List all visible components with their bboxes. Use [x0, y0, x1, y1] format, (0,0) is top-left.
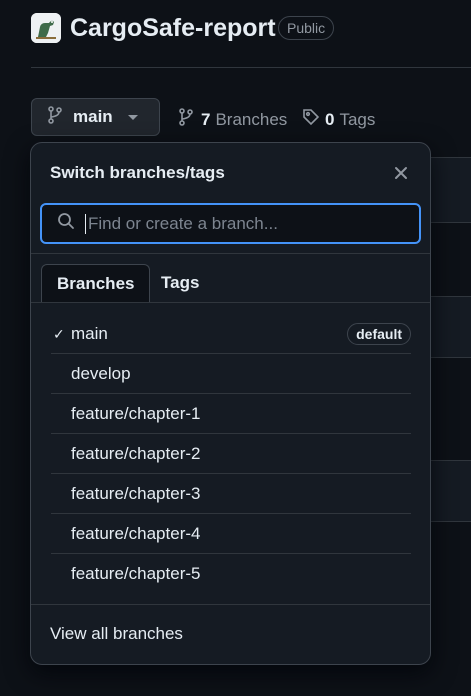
divider	[31, 253, 430, 254]
branch-list: ✓ main default develop feature/chapter-1…	[51, 314, 411, 594]
branch-name: feature/chapter-1	[71, 404, 201, 423]
tab-tags[interactable]: Tags	[146, 264, 214, 303]
branch-name: feature/chapter-3	[71, 484, 201, 503]
branch-name: feature/chapter-5	[71, 564, 201, 583]
branch-search-input[interactable]	[86, 212, 410, 235]
branch-dropdown: Switch branches/tags Branches Tags ✓ mai…	[30, 142, 431, 665]
repo-title[interactable]: CargoSafe-report	[70, 12, 276, 44]
branches-count: 7	[201, 109, 211, 129]
chevron-down-icon	[127, 114, 138, 120]
branch-item-main[interactable]: ✓ main default	[51, 314, 411, 354]
check-icon: ✓	[53, 326, 65, 342]
current-branch-label: main	[73, 107, 113, 126]
branches-label: Branches	[215, 109, 288, 129]
branch-item-feature-chapter-5[interactable]: feature/chapter-5	[51, 554, 411, 594]
branch-item-feature-chapter-4[interactable]: feature/chapter-4	[51, 514, 411, 554]
view-all-branches-link[interactable]: View all branches	[50, 624, 183, 644]
branch-select-button[interactable]: main	[31, 98, 160, 136]
branch-search-field[interactable]	[40, 203, 421, 244]
branch-item-feature-chapter-3[interactable]: feature/chapter-3	[51, 474, 411, 514]
tab-branches[interactable]: Branches	[41, 264, 151, 303]
branch-name: feature/chapter-2	[71, 444, 201, 463]
close-icon[interactable]	[391, 163, 411, 183]
search-icon	[57, 212, 75, 235]
branch-item-feature-chapter-1[interactable]: feature/chapter-1	[51, 394, 411, 434]
header-divider	[31, 67, 471, 68]
default-badge: default	[347, 323, 411, 345]
branch-icon	[48, 105, 62, 129]
dropdown-title: Switch branches/tags	[50, 163, 225, 182]
branch-name: develop	[71, 364, 131, 383]
branch-icon	[179, 108, 193, 131]
repo-avatar	[31, 13, 61, 43]
tag-icon	[302, 108, 320, 131]
branch-item-feature-chapter-2[interactable]: feature/chapter-2	[51, 434, 411, 474]
tags-count-link[interactable]: 0 Tags	[302, 108, 375, 131]
branch-name: feature/chapter-4	[71, 524, 201, 543]
tags-label: Tags	[339, 109, 376, 129]
branches-count-link[interactable]: 7 Branches	[179, 108, 287, 131]
visibility-badge: Public	[278, 16, 335, 40]
tabs-divider	[31, 302, 430, 303]
footer-divider	[31, 604, 430, 605]
branch-name: main	[71, 324, 108, 343]
branch-item-develop[interactable]: develop	[51, 354, 411, 394]
tags-count: 0	[325, 109, 335, 129]
